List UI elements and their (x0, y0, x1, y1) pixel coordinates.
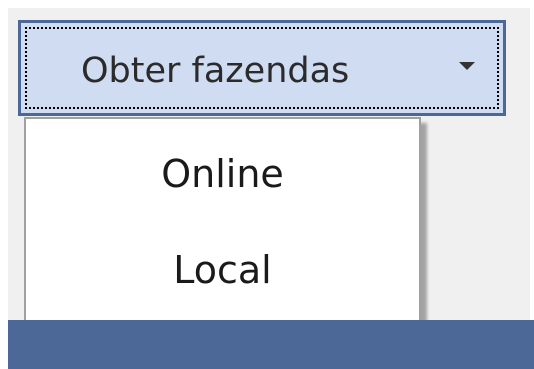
menu-item-online[interactable]: Online (26, 139, 419, 209)
menu-item-local[interactable]: Local (26, 235, 419, 305)
menu-item-label: Online (161, 152, 284, 196)
bottom-bar (8, 320, 534, 369)
get-farms-dropdown-button[interactable]: Obter fazendas (18, 20, 506, 116)
dropdown-menu: Online Local (24, 117, 421, 323)
menu-item-label: Local (173, 248, 272, 292)
caret-down-icon[interactable] (459, 62, 475, 70)
get-farms-label: Obter fazendas (81, 51, 350, 91)
